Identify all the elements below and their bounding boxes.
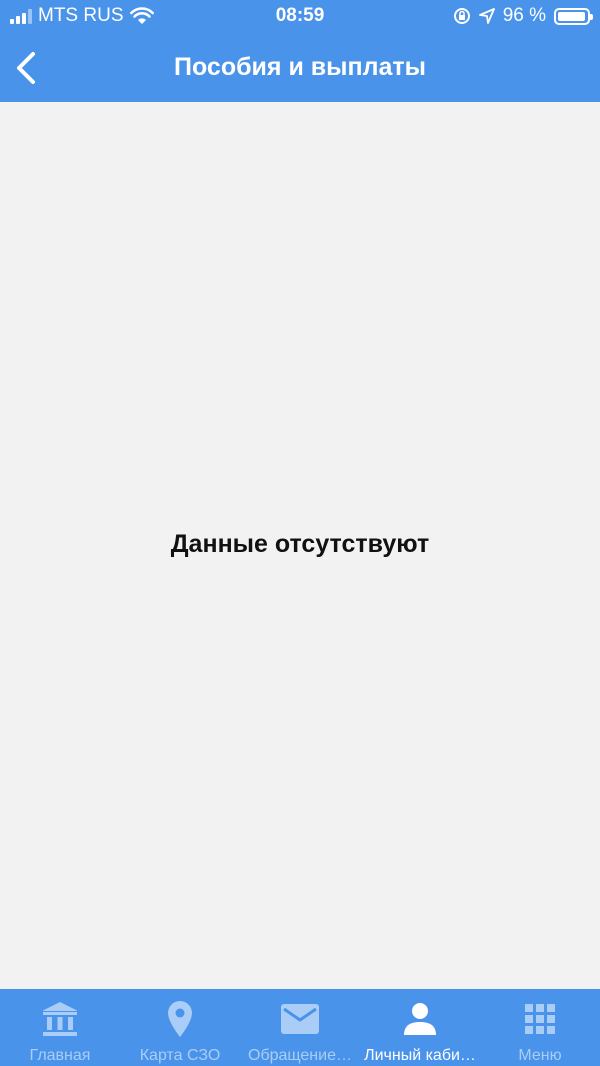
tab-map[interactable]: Карта СЗО xyxy=(120,989,240,1066)
navigation-bar: Пособия и выплаты xyxy=(0,40,600,96)
tab-label: Обращение… xyxy=(248,1047,352,1064)
empty-state-message: Данные отсутствуют xyxy=(170,530,430,558)
grid-icon xyxy=(525,1004,555,1034)
bank-icon xyxy=(42,1002,78,1036)
battery-icon xyxy=(554,7,593,25)
page-title: Пособия и выплаты xyxy=(174,53,426,81)
app-header: MTS RUS 08:59 96 % Пособия и выплаты xyxy=(0,0,600,102)
status-bar: MTS RUS 08:59 96 % xyxy=(0,0,600,34)
battery-percent: 96 % xyxy=(502,5,546,26)
tab-label: Главная xyxy=(29,1047,91,1064)
orientation-lock-icon xyxy=(453,8,470,24)
tab-label: Меню xyxy=(518,1047,562,1064)
location-arrow-icon xyxy=(478,8,495,24)
tab-home[interactable]: Главная xyxy=(0,989,120,1066)
mail-icon xyxy=(281,1004,319,1034)
map-pin-icon xyxy=(168,1001,192,1037)
tab-label: Личный каби… xyxy=(364,1047,476,1064)
tab-label: Карта СЗО xyxy=(139,1047,221,1064)
tab-menu[interactable]: Меню xyxy=(480,989,600,1066)
user-icon xyxy=(404,1003,436,1035)
tab-personal-account[interactable]: Личный каби… xyxy=(360,989,480,1066)
status-right: 96 % xyxy=(453,5,593,27)
tab-bar: Главная Карта СЗО Обращение… Личный каби… xyxy=(0,989,600,1066)
tab-appeals[interactable]: Обращение… xyxy=(240,989,360,1066)
